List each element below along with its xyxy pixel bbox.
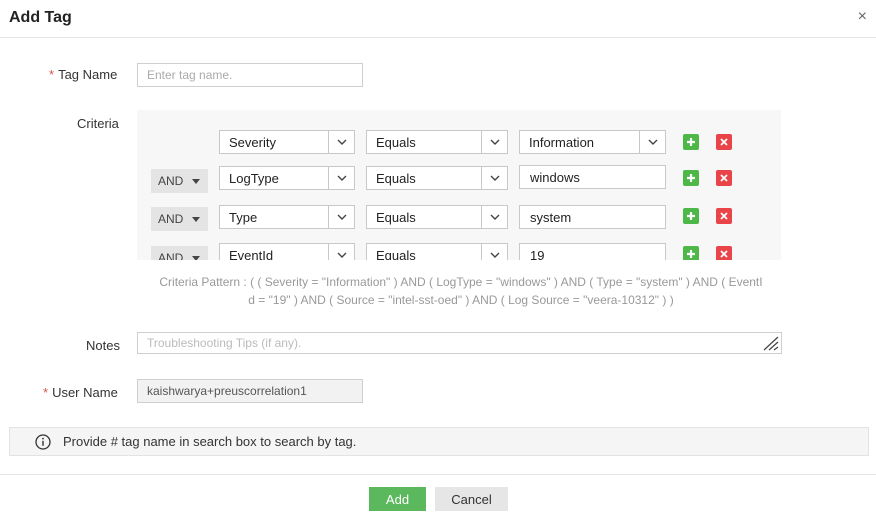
add-criteria-button[interactable] [683,170,699,186]
remove-criteria-button[interactable] [716,246,732,260]
plus-icon [687,174,695,182]
criteria-pattern: Criteria Pattern : ( ( Severity = "Infor… [137,273,785,309]
chevron-down-icon [328,206,354,228]
tag-name-label: * Tag Name [49,67,117,82]
chevron-down-icon [328,244,354,260]
footer-divider [0,474,876,475]
connector-value: AND [158,251,184,260]
criteria-field-select[interactable]: EventId [219,243,355,260]
chevron-down-icon [481,131,507,153]
add-button[interactable]: Add [369,487,426,511]
plus-icon [687,212,695,220]
add-criteria-button[interactable] [683,246,699,260]
criteria-operator-value: Equals [376,209,416,225]
caret-down-icon [192,179,200,184]
info-message: Provide # tag name in search box to sear… [9,427,869,456]
criteria-value: windows [530,169,580,185]
remove-criteria-button[interactable] [716,134,732,150]
chevron-down-icon [328,167,354,189]
caret-down-icon [192,217,200,222]
criteria-operator-select[interactable]: Equals [366,243,508,260]
add-criteria-button[interactable] [683,134,699,150]
criteria-builder: Severity Equals Information AND LogType … [137,110,781,260]
remove-icon [720,212,728,220]
chevron-down-icon [328,131,354,153]
required-mark: * [43,385,49,400]
user-name-value: kaishwarya+preuscorrelation1 [147,384,307,398]
cancel-button[interactable]: Cancel [435,487,508,511]
criteria-field-value: LogType [229,170,279,186]
info-text: Provide # tag name in search box to sear… [63,434,357,449]
criteria-connector-select[interactable]: AND [151,169,208,193]
criteria-operator-value: Equals [376,170,416,186]
criteria-value-input[interactable]: system [519,205,666,229]
criteria-field-value: Severity [229,134,276,150]
chevron-down-icon [639,131,665,153]
close-icon[interactable]: × [858,8,867,26]
criteria-pattern-line: Criteria Pattern : ( ( Severity = "Infor… [159,275,763,289]
notes-label: Notes [86,338,120,353]
connector-value: AND [158,174,184,188]
user-name-label-text: User Name [52,385,118,400]
plus-icon [687,138,695,146]
criteria-operator-select[interactable]: Equals [366,130,508,154]
tag-name-input[interactable]: Enter tag name. [137,63,363,87]
remove-criteria-button[interactable] [716,170,732,186]
tag-name-placeholder: Enter tag name. [147,68,233,82]
criteria-field-select[interactable]: LogType [219,166,355,190]
criteria-field-select[interactable]: Type [219,205,355,229]
criteria-value-select[interactable]: Information [519,130,666,154]
criteria-pattern-line: d = "19" ) AND ( Source = "intel-sst-oed… [248,293,674,307]
criteria-connector-select[interactable]: AND [151,207,208,231]
user-name-label: * User Name [43,385,118,400]
connector-value: AND [158,212,184,226]
dialog-title: Add Tag [9,9,72,26]
remove-icon [720,174,728,182]
user-name-field: kaishwarya+preuscorrelation1 [137,379,363,403]
caret-down-icon [192,256,200,260]
notes-placeholder: Troubleshooting Tips (if any). [147,336,302,350]
required-mark: * [49,67,55,82]
chevron-down-icon [481,167,507,189]
add-criteria-button[interactable] [683,208,699,224]
criteria-value: system [530,209,572,225]
criteria-connector-select[interactable]: AND [151,246,208,260]
criteria-value: 19 [530,247,545,261]
criteria-operator-value: Equals [376,247,416,261]
dialog-header: Add Tag × [0,0,876,38]
criteria-label: Criteria [77,116,119,131]
criteria-field-value: EventId [229,247,274,261]
criteria-value-input[interactable]: windows [519,165,666,189]
tag-name-label-text: Tag Name [58,67,118,82]
criteria-field-value: Type [229,209,258,225]
criteria-value-input[interactable]: 19 [519,243,666,260]
criteria-field-select[interactable]: Severity [219,130,355,154]
chevron-down-icon [481,244,507,260]
criteria-operator-select[interactable]: Equals [366,166,508,190]
remove-criteria-button[interactable] [716,208,732,224]
remove-icon [720,138,728,146]
chevron-down-icon [481,206,507,228]
criteria-value: Information [529,134,595,150]
criteria-operator-select[interactable]: Equals [366,205,508,229]
notes-textarea[interactable]: Troubleshooting Tips (if any). [137,332,782,354]
criteria-operator-value: Equals [376,134,416,150]
resize-handle-icon[interactable] [761,335,779,351]
info-circle-icon [35,433,51,450]
remove-icon [720,250,728,258]
plus-icon [687,250,695,258]
